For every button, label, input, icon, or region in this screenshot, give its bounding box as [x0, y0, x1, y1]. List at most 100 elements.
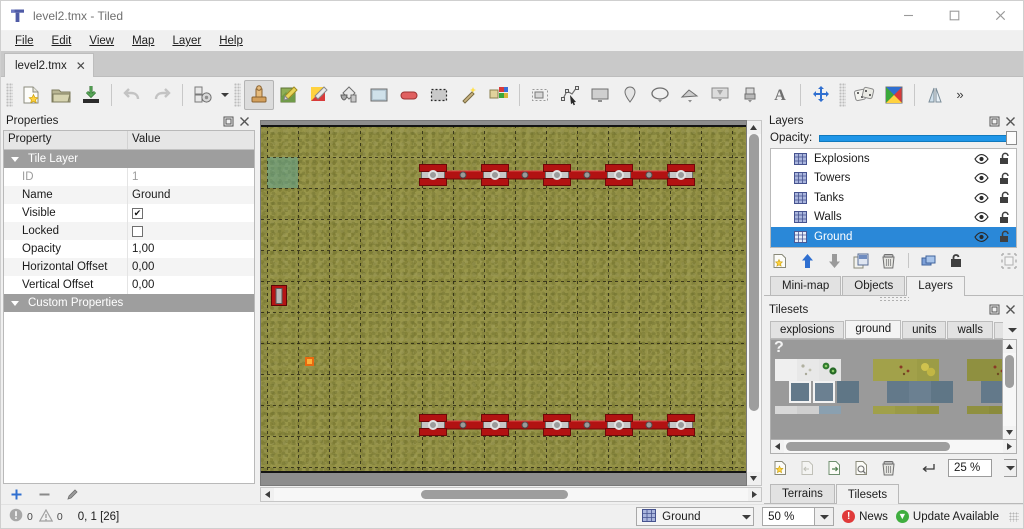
chevron-down-icon[interactable] [11, 300, 19, 306]
tab-terrains[interactable]: Terrains [770, 484, 835, 503]
layer-lock-toggle[interactable] [996, 230, 1016, 243]
tab-layers[interactable]: Layers [906, 275, 965, 296]
tileset-grid[interactable]: ? [771, 339, 1002, 439]
vertical-scroll-thumb[interactable] [749, 134, 759, 412]
minimize-button[interactable] [885, 1, 931, 31]
shape-fill-tool[interactable] [364, 80, 394, 110]
select-same-tile-tool[interactable] [484, 80, 514, 110]
open-folder-button[interactable] [46, 80, 76, 110]
tileset-tab-walls[interactable]: walls [947, 320, 994, 339]
close-icon[interactable]: ✕ [76, 60, 86, 72]
scroll-left-icon[interactable] [261, 488, 274, 501]
scroll-down-icon[interactable] [1003, 426, 1016, 439]
terrain-brush-tool[interactable] [274, 80, 304, 110]
current-layer-combo[interactable]: Ground [636, 507, 755, 526]
tileset-horizontal-scrollbar[interactable] [770, 440, 1017, 454]
close-button[interactable] [977, 1, 1023, 31]
map-zoom-value[interactable]: 50 % [762, 507, 816, 526]
map-canvas[interactable] [260, 120, 747, 486]
scroll-left-icon[interactable] [771, 440, 784, 453]
import-tileset-icon[interactable] [800, 460, 815, 476]
flip-horizontal-button[interactable] [920, 80, 950, 110]
toolbar-grip[interactable] [839, 82, 846, 107]
toolbar-grip[interactable] [234, 82, 241, 107]
maximize-button[interactable] [931, 1, 977, 31]
property-group-custom-properties[interactable]: Custom Properties [4, 294, 254, 312]
wang-fill-toggle[interactable] [879, 80, 909, 110]
property-row-name[interactable]: Name Ground [4, 186, 254, 204]
pan-tool[interactable] [806, 80, 836, 110]
arrow-down-icon[interactable] [826, 253, 842, 269]
insert-point-tool[interactable] [615, 80, 645, 110]
toolbar-overflow-button[interactable]: » [950, 80, 970, 110]
chevron-down-icon[interactable] [218, 80, 231, 110]
tileset-vertical-scroll-track[interactable] [1003, 352, 1016, 426]
vertical-scroll-track[interactable] [747, 134, 761, 472]
layer-lock-toggle[interactable] [996, 152, 1016, 165]
horizontal-scroll-thumb[interactable] [420, 490, 568, 499]
resize-grip[interactable] [1009, 511, 1019, 522]
horizontal-scroll-track[interactable] [274, 488, 748, 501]
tileset-horizontal-scroll-thumb[interactable] [786, 442, 951, 451]
rect-select-tool[interactable] [424, 80, 454, 110]
property-row-vertical-offset[interactable]: Vertical Offset 0,00 [4, 276, 254, 294]
scroll-right-icon[interactable] [1003, 440, 1016, 453]
undock-icon[interactable] [223, 116, 234, 127]
layer-row-towers[interactable]: Towers [771, 169, 1016, 189]
update-available-button[interactable]: ▼ Update Available [895, 510, 999, 523]
column-header-value[interactable]: Value [128, 131, 254, 149]
visible-checkbox[interactable]: ✔ [132, 207, 143, 219]
insert-tile-tool[interactable] [735, 80, 765, 110]
tileset-tab-units[interactable]: units [902, 320, 947, 339]
minus-icon[interactable] [37, 487, 51, 501]
property-value-vertical-offset[interactable]: 0,00 [128, 276, 254, 294]
menu-edit[interactable]: Edit [44, 33, 80, 49]
opacity-slider-handle[interactable] [1006, 131, 1017, 145]
error-indicator[interactable]: 0 [9, 508, 33, 525]
insert-polygon-tool[interactable] [675, 80, 705, 110]
menu-layer[interactable]: Layer [164, 33, 209, 49]
property-row-visible[interactable]: Visible ✔ [4, 204, 254, 222]
scroll-down-icon[interactable] [747, 472, 760, 485]
tileset-zoom-input[interactable]: 25 % [948, 459, 993, 477]
stamp-brush-tool[interactable] [244, 79, 274, 110]
property-value-horizontal-offset[interactable]: 0,00 [128, 258, 254, 276]
layer-visibility-toggle[interactable] [973, 212, 989, 223]
layer-row-explosions[interactable]: Explosions [771, 149, 1016, 169]
undo-button[interactable] [117, 80, 147, 110]
eraser-tool[interactable] [394, 80, 424, 110]
document-tab-level2[interactable]: level2.tmx ✕ [4, 53, 94, 77]
tab-tilesets[interactable]: Tilesets [835, 484, 900, 504]
opacity-slider[interactable] [819, 131, 1017, 145]
chevron-down-icon[interactable] [1004, 321, 1021, 339]
padlock-icon[interactable] [948, 253, 964, 269]
tileset-vertical-scroll-thumb[interactable] [1005, 354, 1014, 388]
chevron-down-icon[interactable] [815, 507, 835, 526]
tileset-vertical-scrollbar[interactable] [1002, 339, 1016, 439]
new-layer-icon[interactable] [772, 253, 788, 269]
property-group-tile-layer[interactable]: Tile Layer [4, 150, 254, 168]
scroll-right-icon[interactable] [748, 488, 761, 501]
tab-objects[interactable]: Objects [842, 275, 906, 295]
tileset-horizontal-scroll-track[interactable] [784, 440, 1003, 453]
insert-rectangle-tool[interactable] [585, 80, 615, 110]
chevron-down-icon[interactable] [1004, 459, 1017, 477]
highlight-layer-icon[interactable] [1001, 252, 1017, 269]
tab-mini-map[interactable]: Mini-map [770, 275, 842, 295]
chevron-down-icon[interactable] [11, 156, 19, 162]
save-disk-button[interactable] [76, 80, 106, 110]
insert-ellipse-tool[interactable] [645, 80, 675, 110]
layer-row-ground[interactable]: Ground [771, 227, 1016, 247]
wang-brush-tool[interactable] [304, 80, 334, 110]
random-mode-toggle[interactable] [849, 80, 879, 110]
edit-polygons-tool[interactable] [555, 80, 585, 110]
close-panel-icon[interactable] [239, 116, 250, 127]
insert-text-tool[interactable]: A [765, 80, 795, 110]
menu-view[interactable]: View [81, 33, 122, 49]
undock-icon[interactable] [989, 304, 1000, 315]
layer-lock-toggle[interactable] [996, 211, 1016, 224]
column-header-property[interactable]: Property [4, 131, 128, 149]
close-panel-icon[interactable] [1005, 304, 1016, 315]
news-button[interactable]: ! News [842, 510, 888, 523]
layer-row-walls[interactable]: Walls [771, 208, 1016, 228]
